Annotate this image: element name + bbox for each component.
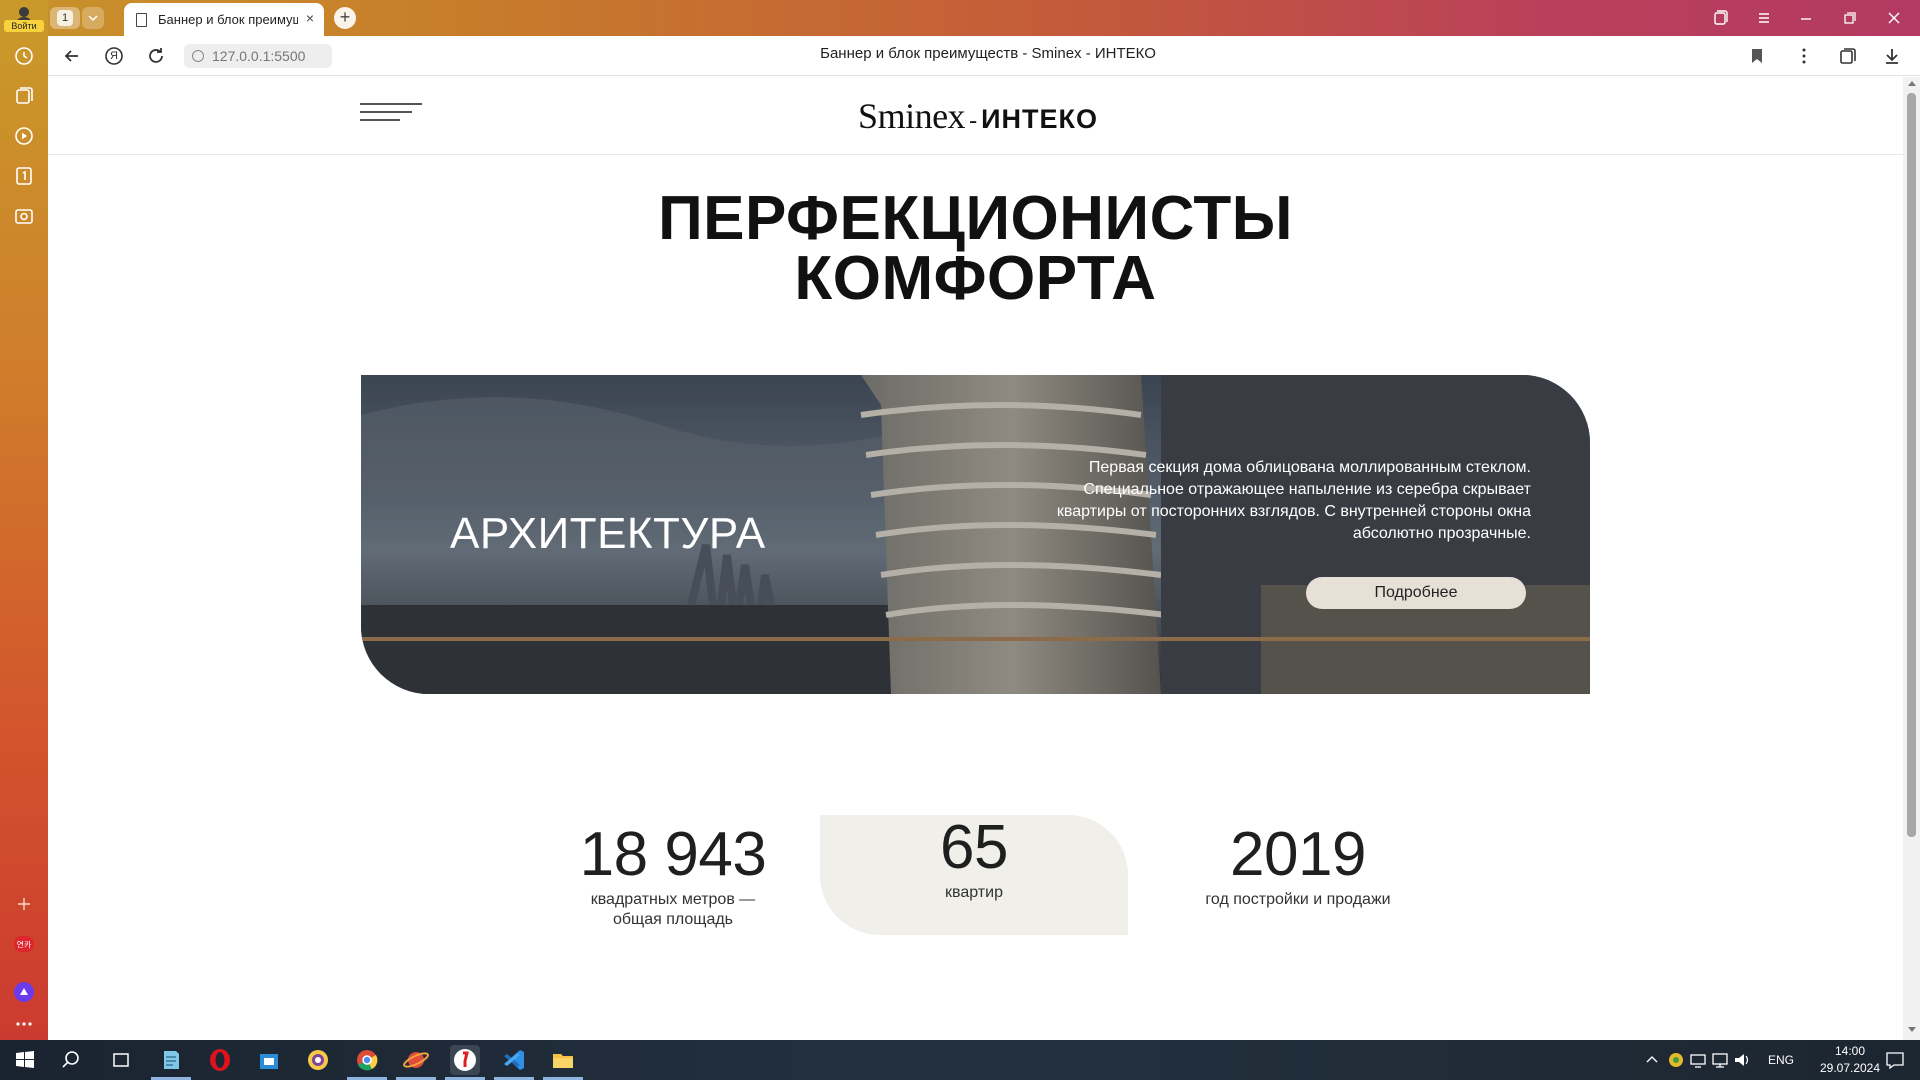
stat-area: 18 943 квадратных метров — общая площадь (528, 820, 818, 930)
yandex-icon[interactable]: Я (102, 44, 126, 68)
address-bar: Я 127.0.0.1:5500 Баннер и блок преимущес… (48, 36, 1920, 76)
hero-title: ПЕРФЕКЦИОНИСТЫ КОМФОРТА (48, 184, 1903, 313)
banner-description: Первая секция дома облицована моллирован… (1056, 459, 1531, 542)
yandex-glyph: Я (110, 50, 118, 62)
tab-strip: 1 Баннер и блок преимущ × + (48, 0, 1920, 36)
logo-separator: - (969, 108, 978, 134)
browser-side-panel: Войти 연카 (0, 0, 48, 1040)
page-scrollbar[interactable] (1903, 77, 1920, 1040)
history-icon[interactable] (12, 44, 36, 68)
scroll-down-icon[interactable] (1908, 1027, 1916, 1032)
new-tab-button[interactable]: + (334, 7, 356, 29)
clock-time[interactable]: 14:00 (1820, 1044, 1880, 1058)
task-view-icon[interactable] (106, 1045, 136, 1075)
site-info-icon[interactable] (192, 50, 204, 62)
back-icon[interactable] (60, 44, 84, 68)
language-indicator[interactable]: ENG (1768, 1053, 1794, 1067)
bookmark-icon[interactable] (1751, 48, 1763, 64)
opera-app-icon[interactable] (205, 1045, 235, 1075)
stat-caption: квартир (945, 884, 1003, 901)
video-icon[interactable] (12, 124, 36, 148)
stat-value: 65 (940, 813, 1008, 882)
file-explorer-app-icon[interactable] (548, 1045, 578, 1075)
alice-assistant-icon[interactable] (12, 980, 36, 1004)
minimize-icon[interactable] (1794, 6, 1818, 30)
tab-counter-value: 1 (57, 10, 73, 26)
tab-counter-button[interactable]: 1 (50, 7, 80, 29)
windows-taskbar: ENG 14:00 29.07.2024 (0, 1040, 1920, 1080)
chrome-app-icon[interactable] (352, 1045, 382, 1075)
browser-menu-icon[interactable] (1752, 6, 1776, 30)
url-field[interactable]: 127.0.0.1:5500 (184, 44, 332, 68)
search-icon[interactable] (58, 1045, 88, 1075)
windows-start-icon[interactable] (10, 1045, 40, 1075)
stat-year: 2019 год постройки и продажи (1153, 820, 1443, 910)
architecture-banner: АРХИТЕКТУРА Первая секция дома облицован… (361, 375, 1590, 694)
yandex-browser-app-icon[interactable] (450, 1045, 480, 1075)
scroll-up-icon[interactable] (1908, 81, 1916, 86)
tray-device-icon[interactable] (1688, 1045, 1708, 1075)
logo-inteko: ИНТЕКО (981, 104, 1098, 134)
stat-value: 2019 (1230, 820, 1366, 889)
collections-icon[interactable] (1836, 44, 1860, 68)
network-icon[interactable] (1710, 1045, 1730, 1075)
stat-caption: год постройки и продажи (1205, 891, 1391, 908)
hero-title-line2: КОМФОРТА (794, 244, 1157, 313)
screenshot-icon[interactable] (12, 204, 36, 228)
login-badge[interactable]: Войти (4, 20, 44, 32)
site-header: Sminex - ИНТЕКО (48, 77, 1903, 155)
scrollbar-thumb[interactable] (1907, 93, 1916, 837)
notifications-icon[interactable] (1882, 1045, 1908, 1075)
collections-toolbar-icon[interactable] (1708, 6, 1732, 30)
restore-icon[interactable] (1838, 6, 1862, 30)
tray-app-icon[interactable] (1666, 1045, 1686, 1075)
vscode-app-icon[interactable] (499, 1045, 529, 1075)
hero-title-line1: ПЕРФЕКЦИОНИСТЫ (658, 184, 1293, 253)
notepad-app-icon[interactable] (156, 1045, 186, 1075)
reload-icon[interactable] (144, 44, 168, 68)
volume-icon[interactable] (1732, 1045, 1752, 1075)
tray-expand-icon[interactable] (1642, 1045, 1662, 1075)
stat-caption: общая площадь (612, 911, 734, 928)
stat-apartments: 65 квартир (820, 813, 1128, 903)
more-menu-icon[interactable] (1792, 44, 1816, 68)
add-panel-icon[interactable] (12, 892, 36, 916)
tab-title: Баннер и блок преимущ (158, 12, 298, 27)
page-title: Баннер и блок преимуществ - Sminex - ИНТ… (820, 45, 1156, 62)
clock-date[interactable]: 29.07.2024 (1810, 1061, 1890, 1075)
stat-value: 18 943 (579, 820, 767, 889)
stat-caption: квадратных метров — (590, 891, 756, 908)
url-text: 127.0.0.1:5500 (212, 48, 306, 64)
logo-sminex: Sminex (858, 96, 966, 136)
menu-icon[interactable] (360, 103, 422, 127)
store-app-icon[interactable] (254, 1045, 284, 1075)
tab-close-icon[interactable]: × (302, 10, 318, 26)
app-badge-icon[interactable]: 연카 (12, 932, 36, 956)
close-window-icon[interactable] (1882, 6, 1906, 30)
chevron-down-icon (88, 15, 98, 22)
active-tab[interactable]: Баннер и блок преимущ × (124, 3, 324, 36)
document-icon (136, 13, 147, 27)
planet-app-icon[interactable] (401, 1045, 431, 1075)
tab-number-icon[interactable] (12, 164, 36, 188)
avatar-head-icon (19, 7, 29, 17)
site-logo[interactable]: Sminex - ИНТЕКО (828, 95, 1128, 136)
more-details-button[interactable]: Подробнее (1306, 577, 1526, 609)
tor-browser-app-icon[interactable] (303, 1045, 333, 1075)
svg-text:연카: 연카 (17, 941, 32, 950)
tab-list-dropdown[interactable] (82, 7, 104, 29)
page-viewport: Sminex-ИНТЕКО ПЕРФЕКЦИОНИСТЫ КОМФОРТА (48, 77, 1903, 1040)
banner-title: АРХИТЕКТУРА (450, 509, 766, 558)
collections-icon[interactable] (12, 84, 36, 108)
download-icon[interactable] (1880, 44, 1904, 68)
more-icon[interactable] (12, 1012, 36, 1036)
